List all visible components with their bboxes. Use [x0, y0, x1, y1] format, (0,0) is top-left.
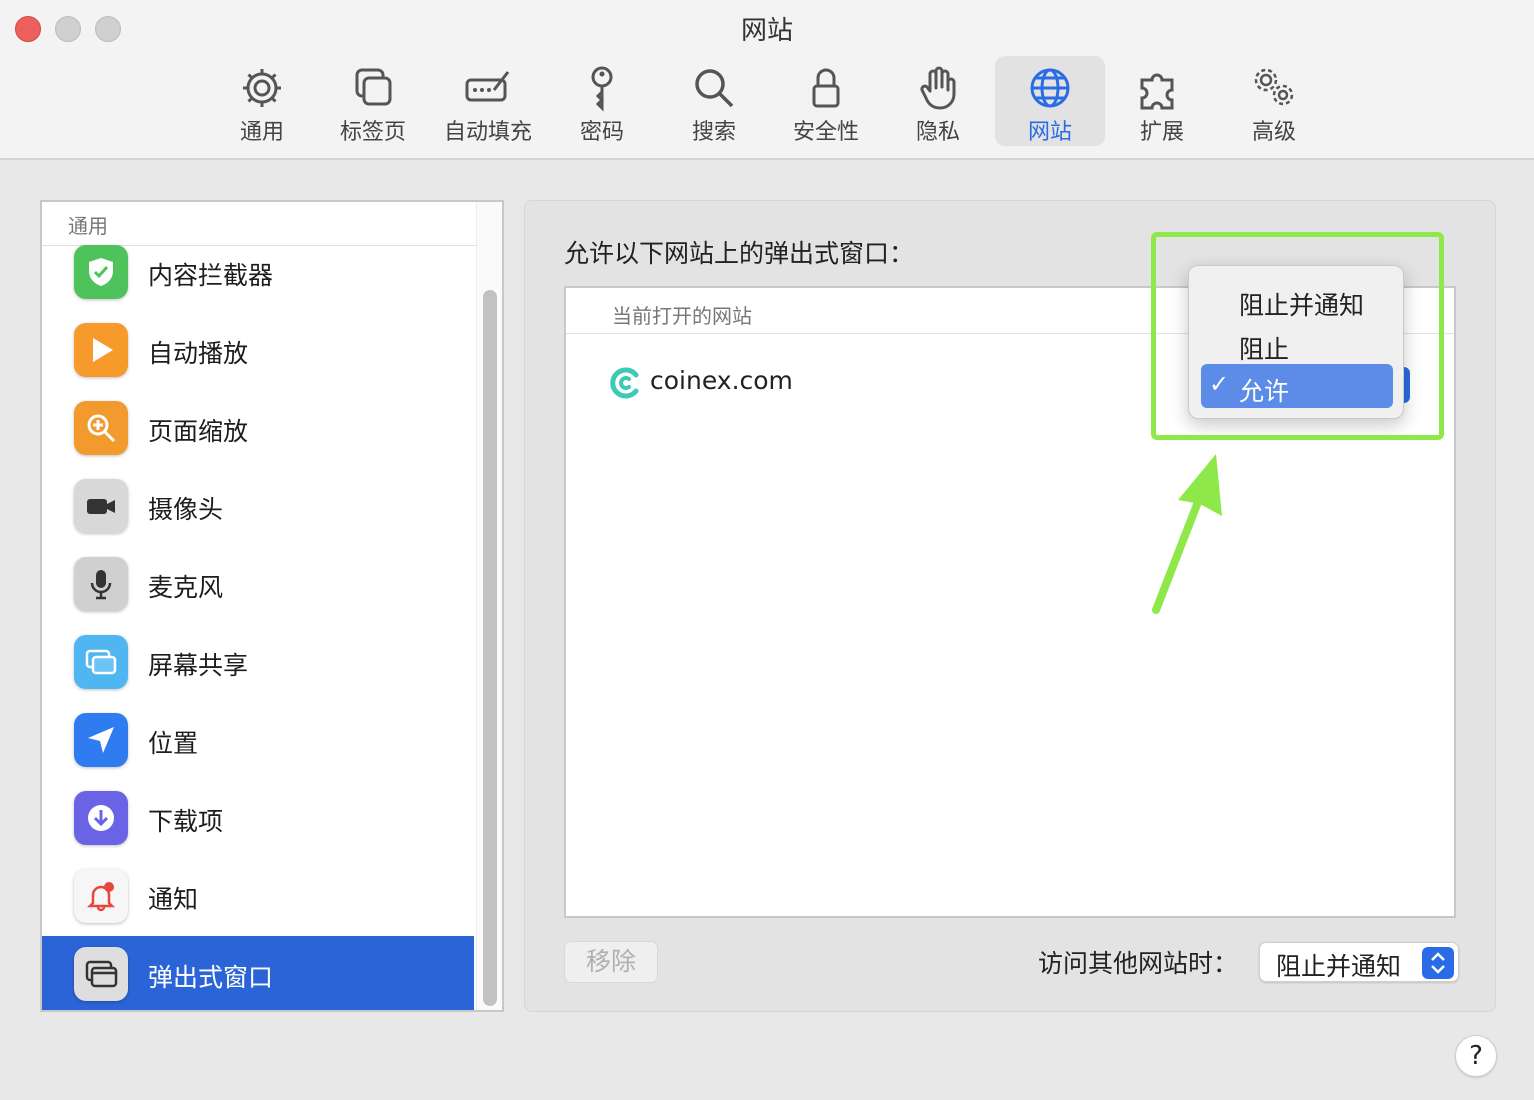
toolbar-tab-autofill[interactable]: 自动填充 [433, 56, 543, 146]
sidebar-item-page-zoom[interactable]: 页面缩放 [42, 390, 474, 468]
remove-button[interactable]: 移除 [564, 941, 658, 983]
play-icon [74, 323, 128, 377]
sidebar-item-label: 摄像头 [148, 495, 224, 524]
other-sites-select-value: 阻止并通知 [1276, 952, 1402, 981]
toolbar-tab-websites[interactable]: 网站 [995, 56, 1105, 146]
window-title: 网站 [740, 16, 793, 46]
sidebar-item-screen-sharing[interactable]: 屏幕共享 [42, 624, 474, 702]
sidebar-item-label: 内容拦截器 [148, 261, 274, 290]
toolbar-tab-search[interactable]: 搜索 [659, 56, 769, 146]
sidebar-item-microphone[interactable]: 麦克风 [42, 546, 474, 624]
toolbar-tab-label: 安全性 [792, 120, 859, 145]
toolbar-tab-passwords[interactable]: 密码 [547, 56, 657, 146]
bell-icon [74, 869, 128, 923]
toolbar-tab-label: 自动填充 [443, 120, 532, 145]
shield-check-icon [74, 245, 128, 299]
panel-title: 允许以下网站上的弹出式窗口： [564, 239, 915, 268]
sidebar-item-camera[interactable]: 摄像头 [42, 468, 474, 546]
hand-icon [920, 66, 956, 110]
help-button[interactable]: ? [1455, 1035, 1497, 1077]
annotation-highlight-box [1151, 232, 1444, 440]
sidebar-item-label: 下载项 [148, 807, 224, 836]
toolbar-tab-label: 标签页 [339, 120, 406, 145]
sidebar-item-downloads[interactable]: 下载项 [42, 780, 474, 858]
sidebar-item-label: 页面缩放 [148, 417, 249, 446]
sidebar-item-popup-windows[interactable]: 弹出式窗口 [42, 936, 474, 1010]
toolbar-tab-label: 扩展 [1139, 120, 1184, 145]
other-sites-label: 访问其他网站时： [1038, 949, 1239, 978]
location-icon [74, 713, 128, 767]
globe-icon [1030, 68, 1070, 108]
toolbar-tab-advanced[interactable]: 高级 [1219, 56, 1329, 146]
sidebar-item-label: 通知 [148, 885, 199, 914]
toolbar-tab-privacy[interactable]: 隐私 [883, 56, 993, 146]
site-name: coinex.com [650, 366, 793, 395]
toolbar-tab-label: 通用 [239, 120, 284, 145]
toolbar-tab-label: 搜索 [691, 120, 736, 145]
puzzle-icon [1140, 73, 1174, 110]
autofill-icon [465, 71, 510, 102]
gears-icon [1254, 68, 1294, 106]
column-header-current-sites: 当前打开的网站 [612, 304, 752, 328]
toolbar-tab-extensions[interactable]: 扩展 [1107, 56, 1217, 146]
sidebar-item-content-blockers[interactable]: 内容拦截器 [42, 234, 474, 312]
microphone-icon [74, 557, 128, 611]
sidebar-item-autoplay[interactable]: 自动播放 [42, 312, 474, 390]
toolbar-tab-security[interactable]: 安全性 [771, 56, 881, 146]
toolbar-tab-label: 隐私 [915, 120, 960, 145]
search-icon [695, 69, 734, 108]
sidebar: 通用 内容拦截器 自动播放 页面缩放 摄像头 麦克风 屏幕共享 位置 下载项 通… [40, 200, 504, 1012]
screen-share-icon [74, 635, 128, 689]
toolbar-tab-label: 高级 [1251, 120, 1296, 145]
toolbar-tab-tabs[interactable]: 标签页 [318, 56, 428, 146]
other-sites-select[interactable]: 阻止并通知 [1259, 942, 1459, 982]
toolbar: 网站 通用 标签页 自动填充 密码 搜索 安全性 隐私 网站 扩展 高级 [0, 0, 1534, 160]
camera-icon [74, 479, 128, 533]
lock-icon [812, 68, 840, 108]
toolbar-tab-label: 密码 [579, 120, 624, 145]
sidebar-item-label: 位置 [148, 729, 199, 758]
chevron-up-down-icon [1422, 947, 1454, 979]
annotation-arrow-icon [1152, 454, 1222, 614]
sidebar-item-notifications[interactable]: 通知 [42, 858, 474, 936]
sidebar-item-label: 弹出式窗口 [148, 963, 274, 992]
sidebar-item-label: 屏幕共享 [148, 651, 249, 680]
toolbar-tab-label: 网站 [1027, 120, 1072, 145]
zoom-icon [74, 401, 128, 455]
sidebar-item-location[interactable]: 位置 [42, 702, 474, 780]
sidebar-scrollbar-thumb[interactable] [483, 290, 497, 1006]
sidebar-item-label: 麦克风 [148, 573, 224, 602]
gear-icon [243, 69, 281, 107]
download-icon [74, 791, 128, 845]
coinex-logo-icon [610, 367, 639, 399]
toolbar-tab-general[interactable]: 通用 [207, 56, 317, 146]
sidebar-item-label: 自动播放 [148, 339, 249, 368]
popup-window-icon [74, 947, 128, 1001]
tabs-icon [355, 68, 392, 106]
key-icon [591, 66, 613, 112]
